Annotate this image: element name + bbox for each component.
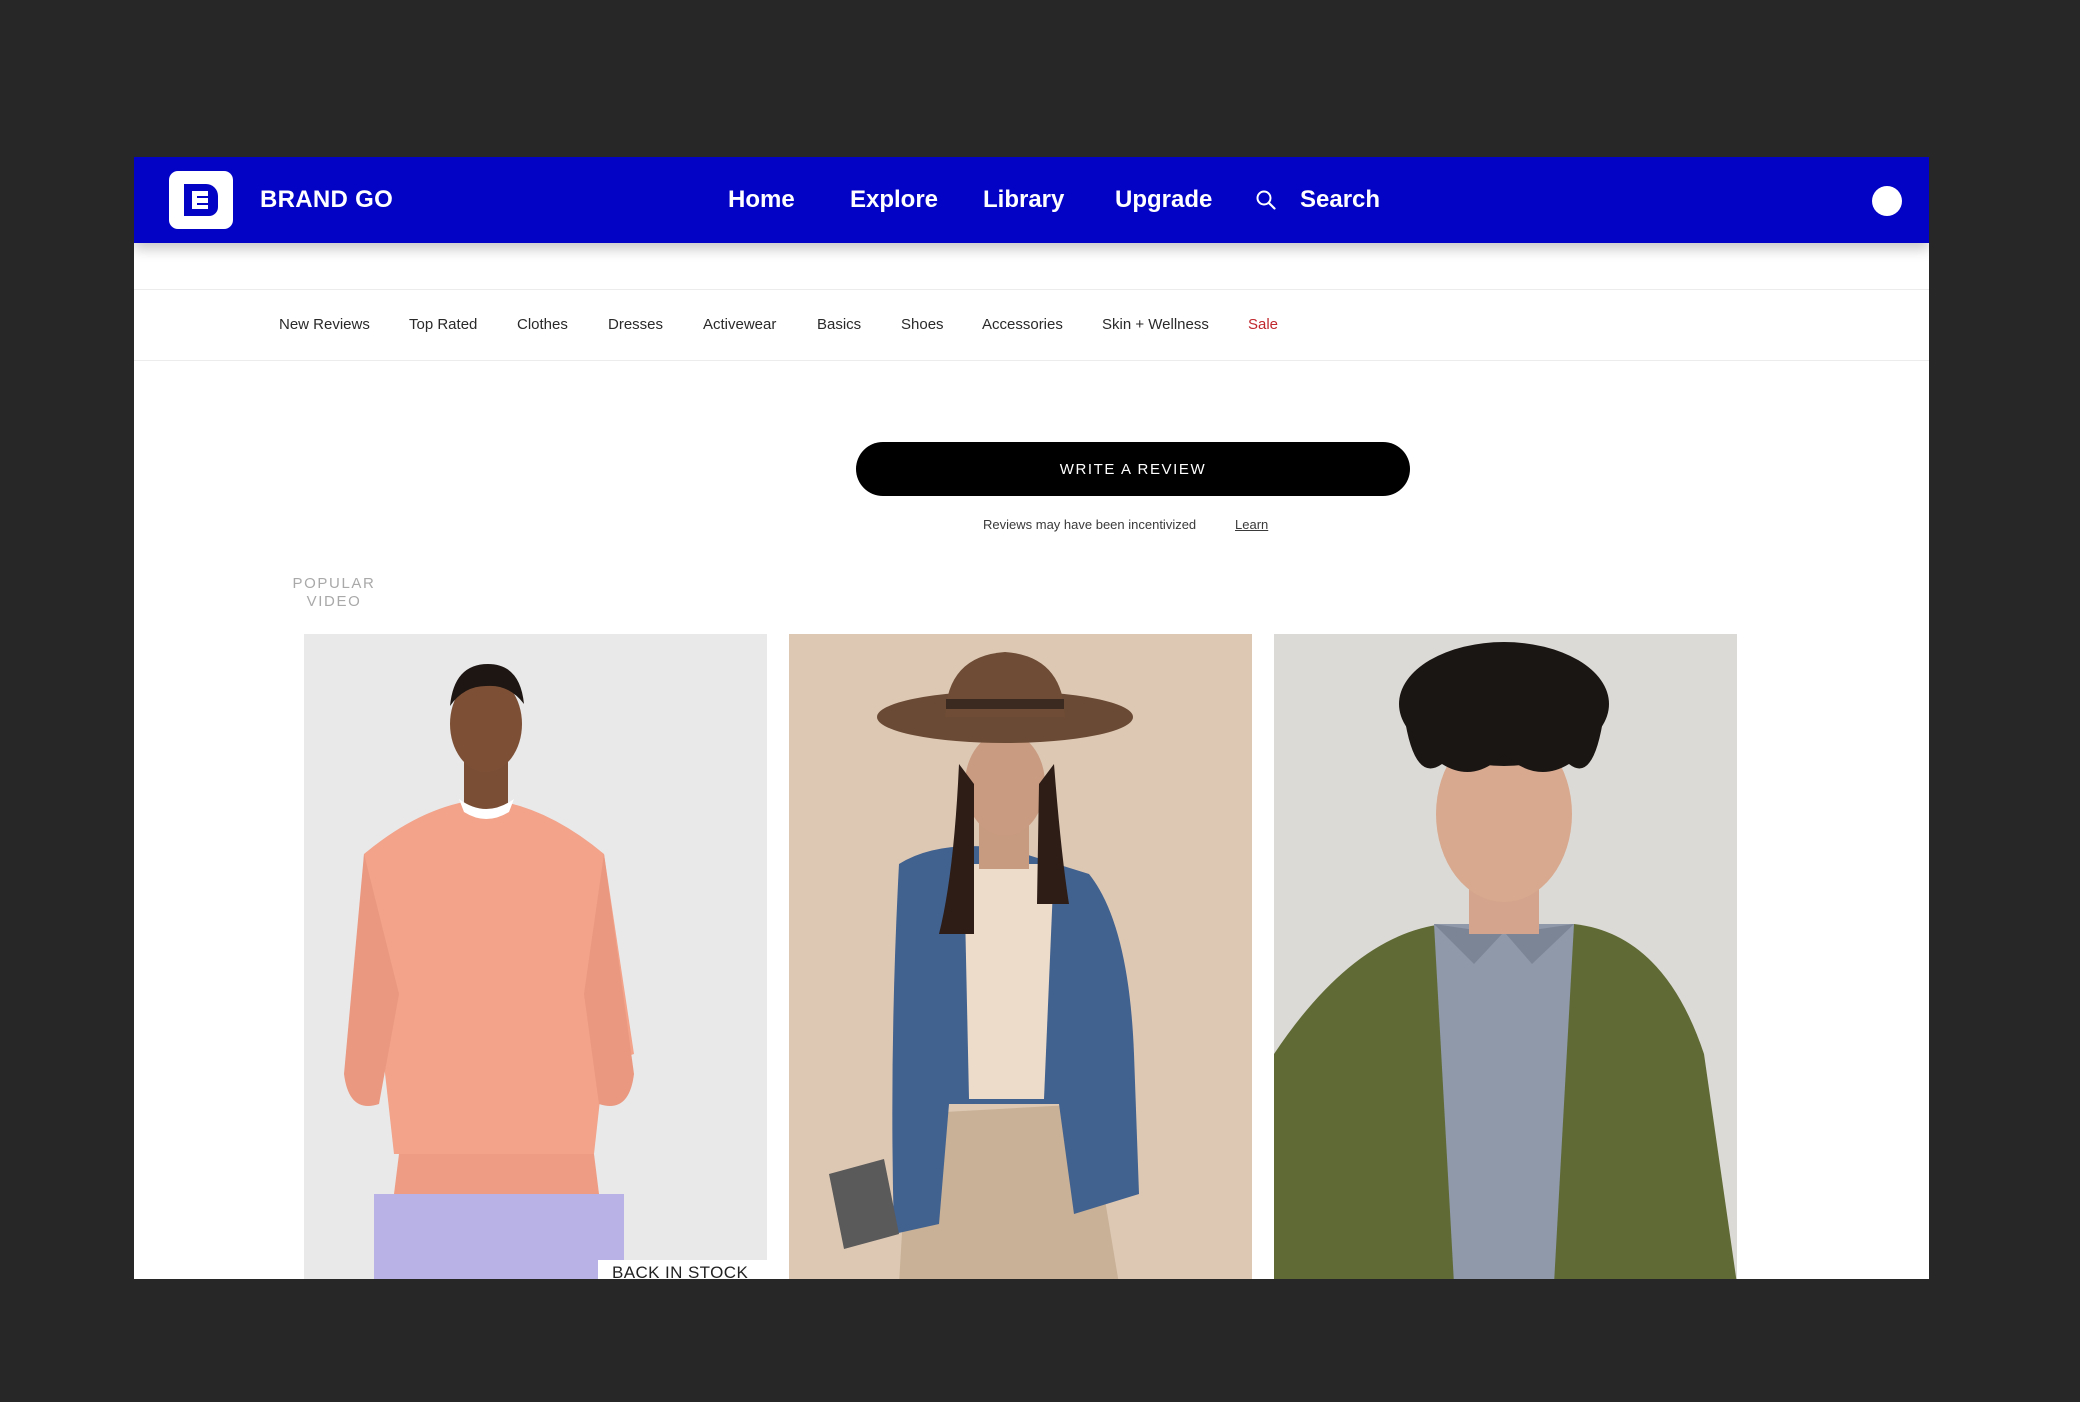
write-review-button[interactable]: WRITE A REVIEW [856,442,1410,496]
browser-window: BRAND GO Home Explore Library Upgrade Se… [134,157,1929,1279]
section-label: POPULAR VIDEO [284,575,384,611]
incentive-note: Reviews may have been incentivized [983,517,1197,532]
product-card-2[interactable] [789,634,1252,1279]
brand-logo-icon[interactable] [169,171,233,229]
category-shoes[interactable]: Shoes [901,290,944,360]
category-skin-wellness[interactable]: Skin + Wellness [1102,290,1209,360]
avatar[interactable] [1872,186,1902,216]
search-icon[interactable] [1255,189,1277,211]
section-label-line-2: VIDEO [306,593,362,610]
product-photo-3 [1274,634,1737,1279]
top-app-bar: BRAND GO Home Explore Library Upgrade Se… [134,157,1929,243]
product-photo-2 [789,634,1252,1279]
category-dresses[interactable]: Dresses [608,290,663,360]
section-label-line-1: POPULAR [292,575,376,592]
category-accessories[interactable]: Accessories [982,290,1063,360]
nav-home[interactable]: Home [728,157,795,243]
category-clothes[interactable]: Clothes [517,290,568,360]
learn-link[interactable]: Learn [1235,517,1268,532]
nav-library[interactable]: Library [983,157,1064,243]
search-button[interactable]: Search [1300,157,1380,243]
category-top-rated[interactable]: Top Rated [409,290,477,360]
product-card-3[interactable] [1274,634,1737,1279]
category-new-reviews[interactable]: New Reviews [279,290,370,360]
category-activewear[interactable]: Activewear [703,290,776,360]
product-photo-1 [304,634,767,1279]
category-basics[interactable]: Basics [817,290,861,360]
brand-name: BRAND GO [260,186,394,213]
product-card-1[interactable]: BACK IN STOCK [304,634,767,1279]
nav-upgrade[interactable]: Upgrade [1115,157,1212,243]
nav-explore[interactable]: Explore [850,157,938,243]
back-in-stock-badge: BACK IN STOCK [598,1260,767,1279]
category-sale[interactable]: Sale [1248,290,1278,360]
category-bar: New Reviews Top Rated Clothes Dresses Ac… [134,289,1929,361]
